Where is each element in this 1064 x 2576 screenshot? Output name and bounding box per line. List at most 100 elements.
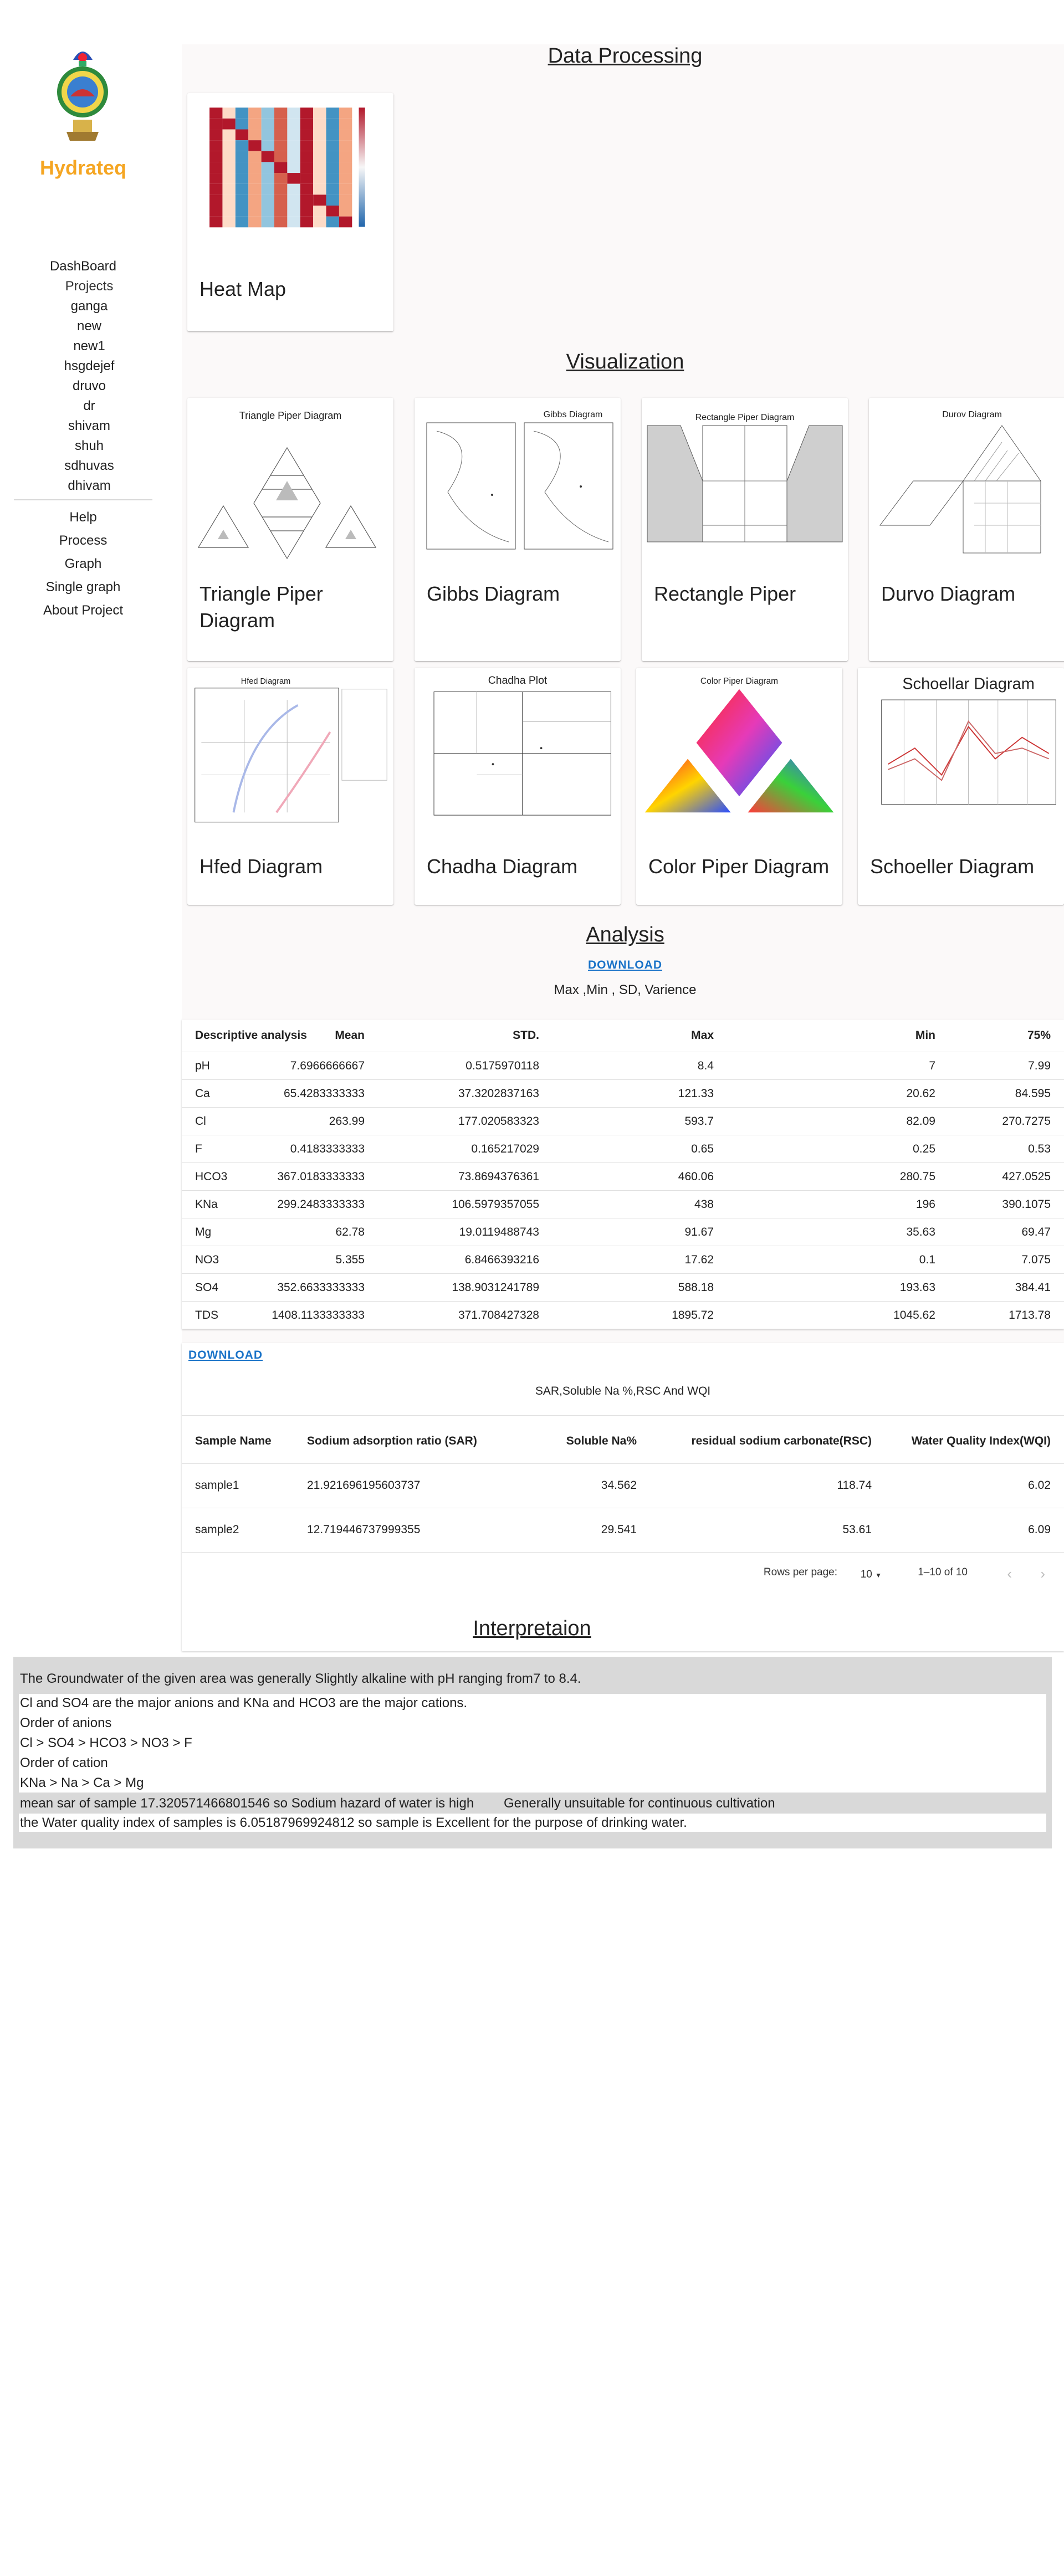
heat-cell [261, 140, 274, 151]
heat-cell [209, 183, 223, 195]
heat-cell [222, 206, 236, 217]
heat-cell [209, 216, 223, 228]
cell: 270.7275 [1002, 1115, 1051, 1128]
cell: 6.02 [1028, 1479, 1051, 1492]
project-item-dhivam[interactable]: dhivam [12, 476, 166, 496]
nav-projects[interactable]: Projects [12, 276, 166, 296]
sar-table-title: SAR,Soluble Na %,RSC And WQI [535, 1385, 711, 1397]
analysis-download-wrap: DOWNLOAD [182, 959, 1064, 972]
color-piper-card[interactable]: Color Piper Diagram Color Piper Diagram [636, 668, 842, 905]
cell: F [195, 1143, 202, 1155]
heat-cell [274, 140, 288, 151]
nav-about-project[interactable]: About Project [0, 599, 166, 622]
nav-single-graph[interactable]: Single graph [0, 576, 166, 599]
project-item-new1[interactable]: new1 [12, 336, 166, 356]
cell: 29.541 [601, 1523, 637, 1536]
heat-cell [248, 118, 262, 130]
heat-map-card[interactable]: Heat Map [187, 93, 393, 331]
nav-process[interactable]: Process [0, 529, 166, 552]
heat-cell [339, 107, 352, 119]
cell: 263.99 [329, 1115, 365, 1128]
nav-help[interactable]: Help [0, 506, 166, 529]
cell: 106.5979357055 [452, 1198, 539, 1211]
heat-cell [300, 194, 314, 206]
sar-table-header: Sample Name Sodium adsorption ratio (SAR… [182, 1419, 1064, 1464]
heat-cell [339, 162, 352, 173]
gibbs-diagram-card[interactable]: Gibbs Diagram Gibbs Diagram [415, 398, 621, 661]
chevron-left-icon[interactable]: ‹ [1007, 1565, 1012, 1583]
cell: SO4 [195, 1281, 219, 1294]
heat-cell [313, 173, 326, 184]
cell: 0.25 [913, 1143, 935, 1155]
table-row: Cl 263.99 177.020583323 593.7 82.09 270.7275 [182, 1108, 1064, 1135]
chadha-diagram-card-title: Chadha Diagram [427, 855, 578, 878]
heat-cell [274, 162, 288, 173]
heat-cell [313, 129, 326, 141]
project-item-dr[interactable]: dr [12, 396, 166, 416]
heat-cell [261, 206, 274, 217]
heat-cell [326, 194, 339, 206]
cell: 196 [915, 1198, 935, 1211]
heat-cell [300, 140, 314, 151]
heat-cell [300, 118, 314, 130]
heat-cell [287, 173, 300, 184]
cell: 0.1 [919, 1253, 935, 1266]
hfed-diagram-card-title: Hfed Diagram [200, 855, 323, 878]
heat-cell [235, 173, 249, 184]
heat-cell [261, 194, 274, 206]
heat-cell [313, 162, 326, 173]
heat-cell [287, 183, 300, 195]
schoeller-diagram-card[interactable]: Schoellar Diagram Schoeller Diagram [858, 668, 1064, 905]
nav-dashboard[interactable]: DashBoard [0, 257, 166, 276]
cell: 21.921696195603737 [307, 1479, 421, 1492]
cell: 91.67 [684, 1226, 714, 1238]
heat-cell [274, 183, 288, 195]
project-item-hsgdejef[interactable]: hsgdejef [12, 356, 166, 376]
nav-graph[interactable]: Graph [0, 552, 166, 576]
project-item-shuh[interactable]: shuh [12, 436, 166, 456]
project-item-sdhuvas[interactable]: sdhuvas [12, 456, 166, 476]
gibbs-diagram-thumbnail: Gibbs Diagram [426, 410, 613, 550]
sar-table: DOWNLOAD SAR,Soluble Na %,RSC And WQI Sa… [182, 1343, 1064, 1651]
triangle-piper-card[interactable]: Triangle Piper Diagram Triangle Piper Di… [187, 398, 393, 661]
project-item-druvo[interactable]: druvo [12, 376, 166, 396]
heat-cell [222, 173, 236, 184]
color-piper-thumbnail: Color Piper Diagram [644, 677, 834, 813]
project-item-shivam[interactable]: shivam [12, 416, 166, 436]
analysis-download-button[interactable]: DOWNLOAD [588, 959, 662, 971]
durvo-diagram-card[interactable]: Durov Diagram Durvo Diagram [869, 398, 1064, 661]
chadha-diagram-card[interactable]: Chadha Plot Chadha Diagram [415, 668, 621, 905]
thumb-caption: Color Piper Diagram [700, 677, 778, 686]
header-max: Max [691, 1029, 714, 1042]
cell: Ca [195, 1087, 210, 1100]
thumb-caption: Chadha Plot [488, 674, 548, 687]
thumb-caption: Schoellar Diagram [902, 675, 1035, 693]
heat-cell [261, 183, 274, 195]
project-item-ganga[interactable]: ganga [12, 296, 166, 316]
cell: 0.53 [1028, 1143, 1051, 1155]
chevron-right-icon[interactable]: › [1040, 1565, 1045, 1583]
sar-download-button[interactable]: DOWNLOAD [188, 1349, 263, 1361]
cell: 0.4183333333 [290, 1143, 365, 1155]
triangle-piper-thumbnail: Triangle Piper Diagram [197, 410, 377, 560]
project-item-new[interactable]: new [12, 316, 166, 336]
heat-cell [261, 129, 274, 141]
rectangle-piper-card[interactable]: Rectangle Piper Diagram Rectangle Piper [642, 398, 848, 661]
cell: 5.355 [335, 1253, 365, 1266]
heat-cell [261, 118, 274, 130]
sidebar-nav: DashBoard Projects ganga new new1 hsgdej… [0, 257, 166, 622]
rows-per-page-select[interactable]: 10 ▼ [861, 1569, 882, 1581]
heat-cell [274, 173, 288, 184]
hfed-diagram-card[interactable]: Hfed Diagram Hfed Diagram [187, 668, 393, 905]
heat-cell [248, 129, 262, 141]
heat-cell [209, 194, 223, 206]
heat-cell [248, 206, 262, 217]
header-std: STD. [513, 1029, 539, 1042]
heat-cell [300, 216, 314, 228]
heat-cell [261, 173, 274, 184]
table-row: Mg 62.78 19.0119488743 91.67 35.63 69.47 [182, 1218, 1064, 1246]
heat-cell [300, 206, 314, 217]
heat-cell [287, 194, 300, 206]
heat-cell [339, 216, 352, 228]
cell: 121.33 [678, 1087, 714, 1100]
